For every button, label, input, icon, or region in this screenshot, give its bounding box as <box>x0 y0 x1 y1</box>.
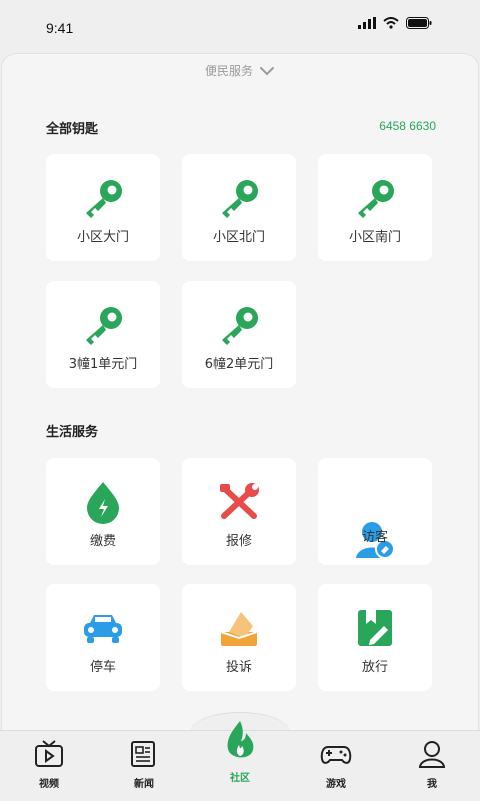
key-card-2[interactable]: 小区南门 <box>318 154 432 261</box>
key-card-1[interactable]: 小区北门 <box>182 154 296 261</box>
chevron-down-icon[interactable] <box>259 66 275 76</box>
community-flame-icon <box>227 721 254 758</box>
tab-label: 我 <box>427 779 437 790</box>
service-label: 缴费 <box>89 534 116 549</box>
tab-label: 视频 <box>39 779 59 790</box>
status-icons <box>358 17 432 29</box>
car-icon <box>84 615 122 643</box>
key-label: 6幢2单元门 <box>204 357 274 372</box>
tab-games[interactable]: 游戏 <box>306 739 366 790</box>
service-label: 报修 <box>225 534 252 549</box>
release-icon <box>358 610 392 646</box>
key-label: 小区大门 <box>76 230 129 245</box>
wifi-icon <box>383 17 399 29</box>
key-icon <box>222 307 258 345</box>
key-icon <box>86 307 122 345</box>
tab-me[interactable]: 我 <box>402 739 462 790</box>
sheet-header-title: 便民服务 <box>204 64 253 78</box>
keys-section-title: 全部钥匙 <box>46 122 99 137</box>
repair-tools-icon <box>220 483 259 519</box>
service-card-repair[interactable]: 报修 <box>182 458 296 565</box>
service-label: 停车 <box>89 660 116 675</box>
key-label: 小区南门 <box>348 230 401 245</box>
key-card-3[interactable]: 3幢1单元门 <box>46 281 160 388</box>
key-card-4[interactable]: 6幢2单元门 <box>182 281 296 388</box>
service-card-release[interactable]: 放行 <box>318 584 432 691</box>
signal-icon <box>358 17 376 29</box>
news-icon <box>131 741 155 767</box>
service-card-visitor[interactable]: 访客 <box>318 458 432 565</box>
service-card-parking[interactable]: 停车 <box>46 584 160 691</box>
gamepad-icon <box>320 746 352 764</box>
tab-news[interactable]: 新闻 <box>114 739 174 790</box>
key-icon <box>358 180 394 218</box>
service-card-payment[interactable]: 缴费 <box>46 458 160 565</box>
battery-icon <box>406 17 432 29</box>
key-card-0[interactable]: 小区大门 <box>46 154 160 261</box>
service-card-complaint[interactable]: 投诉 <box>182 584 296 691</box>
tabbar: 视频 新闻 社区 游戏 我 <box>0 721 480 801</box>
service-label: 访客 <box>361 530 388 545</box>
tab-video[interactable]: 视频 <box>19 739 79 790</box>
profile-icon <box>418 741 446 768</box>
tab-community[interactable]: 社区 <box>210 719 270 784</box>
service-phone[interactable]: 6458 6630 <box>379 119 436 133</box>
sheet-header[interactable]: 便民服务 <box>2 62 478 79</box>
status-time: 9:41 <box>46 20 74 36</box>
tab-label: 新闻 <box>134 779 154 790</box>
key-icon <box>222 180 258 218</box>
service-label: 投诉 <box>225 660 252 675</box>
status-bar: 9:41 <box>0 0 480 58</box>
payment-drop-icon <box>87 482 119 524</box>
services-section-title: 生活服务 <box>46 425 99 440</box>
complaint-icon <box>220 612 258 646</box>
service-label: 放行 <box>361 660 388 675</box>
key-label: 3幢1单元门 <box>68 357 138 372</box>
tab-label: 游戏 <box>326 779 346 790</box>
tab-label: 社区 <box>230 773 250 784</box>
key-label: 小区北门 <box>212 230 265 245</box>
key-icon <box>86 180 122 218</box>
video-tv-icon <box>35 740 63 767</box>
